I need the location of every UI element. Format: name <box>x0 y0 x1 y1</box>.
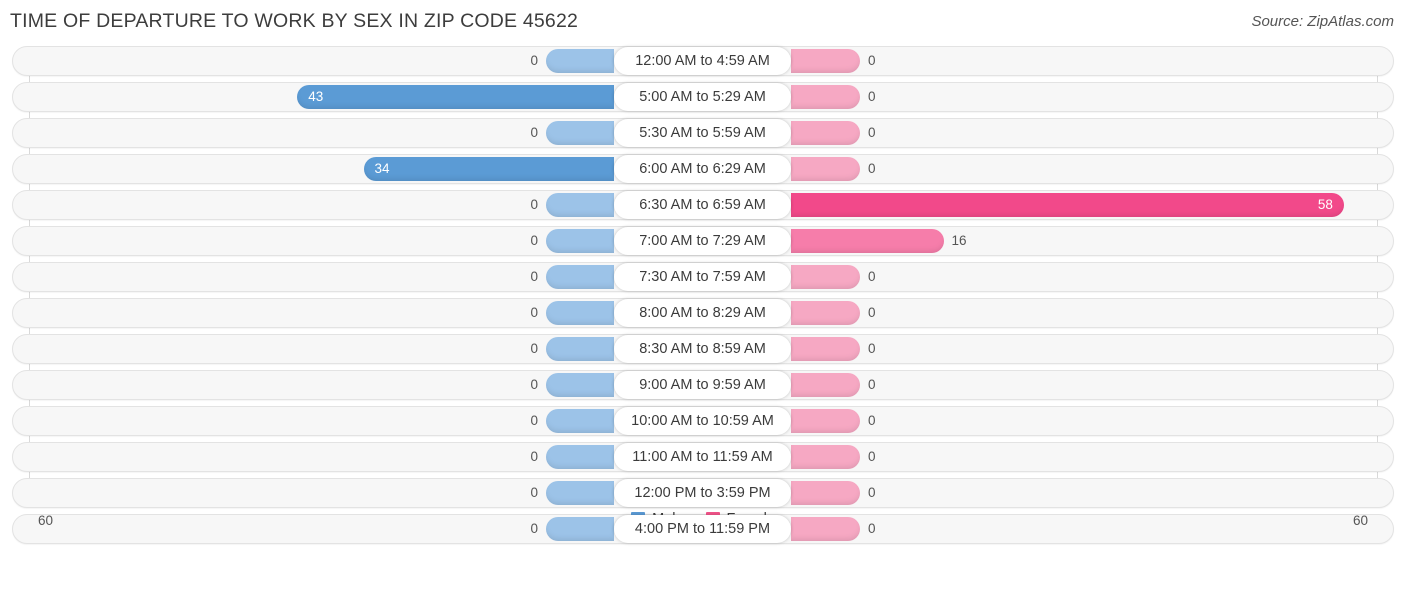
bar-value-male: 0 <box>530 377 538 392</box>
bar-male[interactable] <box>546 265 614 289</box>
category-label: 11:00 AM to 11:59 AM <box>614 443 791 471</box>
chart-header: TIME OF DEPARTURE TO WORK BY SEX IN ZIP … <box>0 0 1406 46</box>
bar-female[interactable] <box>791 337 860 361</box>
bar-female[interactable] <box>791 49 860 73</box>
category-label: 9:00 AM to 9:59 AM <box>614 371 791 399</box>
chart-row[interactable]: 0 16 7:00 AM to 7:29 AM <box>0 226 1406 256</box>
category-label: 8:30 AM to 8:59 AM <box>614 335 791 363</box>
bar-value-male: 0 <box>530 413 538 428</box>
bar-female[interactable] <box>791 301 860 325</box>
chart-row[interactable]: 0 58 6:30 AM to 6:59 AM <box>0 190 1406 220</box>
bar-value-female: 0 <box>868 125 876 140</box>
bar-female[interactable] <box>791 121 860 145</box>
bar-female[interactable] <box>791 373 860 397</box>
bar-value-male: 0 <box>530 197 538 212</box>
bar-female[interactable]: 58 <box>791 193 1344 217</box>
source-attribution: Source: ZipAtlas.com <box>1251 13 1394 30</box>
bar-male[interactable] <box>546 337 614 361</box>
bar-value-male: 34 <box>374 161 390 176</box>
bar-male[interactable] <box>546 193 614 217</box>
bar-female[interactable] <box>791 229 944 253</box>
bar-female[interactable] <box>791 445 860 469</box>
chart-row[interactable]: 0 0 12:00 PM to 3:59 PM <box>0 478 1406 508</box>
bar-male[interactable] <box>546 481 614 505</box>
chart-row[interactable]: 0 0 10:00 AM to 10:59 AM <box>0 406 1406 436</box>
page-title: TIME OF DEPARTURE TO WORK BY SEX IN ZIP … <box>10 10 579 32</box>
chart-plot-area: 0 0 12:00 AM to 4:59 AM 43 0 5:00 AM to 5:29 … <box>0 46 1406 551</box>
bar-male[interactable] <box>546 49 614 73</box>
chart-row[interactable]: 0 0 12:00 AM to 4:59 AM <box>0 46 1406 76</box>
category-label: 6:00 AM to 6:29 AM <box>614 155 791 183</box>
bar-male[interactable] <box>546 301 614 325</box>
category-label: 4:00 PM to 11:59 PM <box>614 515 791 543</box>
bar-value-female: 16 <box>951 233 967 248</box>
bar-value-female: 0 <box>868 89 876 104</box>
bar-male[interactable]: 34 <box>363 157 614 181</box>
bar-value-male: 0 <box>530 485 538 500</box>
chart-row[interactable]: 43 0 5:00 AM to 5:29 AM <box>0 82 1406 112</box>
bar-male[interactable] <box>546 445 614 469</box>
chart-row[interactable]: 0 0 8:00 AM to 8:29 AM <box>0 298 1406 328</box>
bar-value-male: 0 <box>530 125 538 140</box>
bar-value-female: 0 <box>868 269 876 284</box>
bar-value-male: 43 <box>308 89 324 104</box>
category-label: 7:00 AM to 7:29 AM <box>614 227 791 255</box>
bar-value-male: 0 <box>530 269 538 284</box>
bar-value-female: 0 <box>868 413 876 428</box>
category-label: 10:00 AM to 10:59 AM <box>614 407 791 435</box>
chart-row[interactable]: 34 0 6:00 AM to 6:29 AM <box>0 154 1406 184</box>
chart-row[interactable]: 0 0 9:00 AM to 9:59 AM <box>0 370 1406 400</box>
bar-value-female: 0 <box>868 161 876 176</box>
category-label: 8:00 AM to 8:29 AM <box>614 299 791 327</box>
bar-male[interactable] <box>546 229 614 253</box>
bar-value-female: 0 <box>868 485 876 500</box>
bar-female[interactable] <box>791 85 860 109</box>
chart-row[interactable]: 0 0 7:30 AM to 7:59 AM <box>0 262 1406 292</box>
bar-female[interactable] <box>791 409 860 433</box>
bar-value-male: 0 <box>530 449 538 464</box>
bar-value-female: 0 <box>868 305 876 320</box>
category-label: 7:30 AM to 7:59 AM <box>614 263 791 291</box>
bar-value-female: 0 <box>868 341 876 356</box>
bar-value-male: 0 <box>530 53 538 68</box>
chart-row[interactable]: 0 0 8:30 AM to 8:59 AM <box>0 334 1406 364</box>
bar-value-female: 0 <box>868 53 876 68</box>
bar-value-female: 0 <box>868 449 876 464</box>
bar-male[interactable] <box>546 121 614 145</box>
bar-value-male: 0 <box>530 341 538 356</box>
bar-value-male: 0 <box>530 305 538 320</box>
bar-female[interactable] <box>791 481 860 505</box>
bar-value-male: 0 <box>530 233 538 248</box>
bar-female[interactable] <box>791 157 860 181</box>
bar-male[interactable] <box>546 409 614 433</box>
category-label: 5:00 AM to 5:29 AM <box>614 83 791 111</box>
category-label: 12:00 AM to 4:59 AM <box>614 47 791 75</box>
bar-value-female: 0 <box>868 377 876 392</box>
category-label: 12:00 PM to 3:59 PM <box>614 479 791 507</box>
chart-rows: 0 0 12:00 AM to 4:59 AM 43 0 5:00 AM to 5:29 … <box>0 46 1406 550</box>
bar-male[interactable]: 43 <box>297 85 614 109</box>
bar-value-female: 58 <box>1317 197 1333 212</box>
category-label: 5:30 AM to 5:59 AM <box>614 119 791 147</box>
chart-row[interactable]: 0 0 11:00 AM to 11:59 AM <box>0 442 1406 472</box>
bar-male[interactable] <box>546 373 614 397</box>
chart-row[interactable]: 0 0 5:30 AM to 5:59 AM <box>0 118 1406 148</box>
bar-female[interactable] <box>791 265 860 289</box>
category-label: 6:30 AM to 6:59 AM <box>614 191 791 219</box>
